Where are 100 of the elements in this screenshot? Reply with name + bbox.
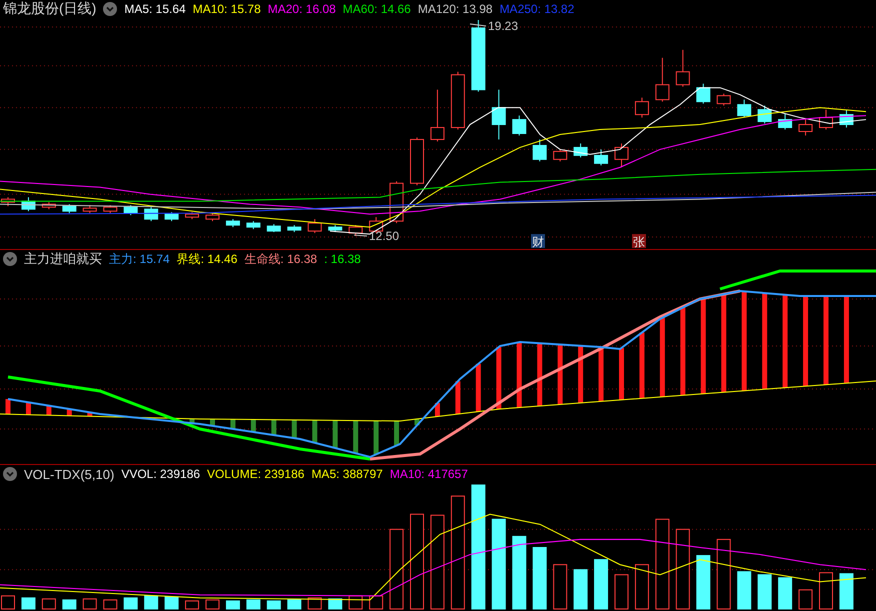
- candlestick: [634, 97, 649, 118]
- volume-bar: [226, 600, 240, 610]
- indicator-reading: VVOL: 239186: [121, 467, 200, 481]
- indicator-reading: MA250: 13.82: [500, 2, 574, 16]
- candlestick: [574, 142, 588, 158]
- histogram-bar: [6, 399, 10, 414]
- candlestick: [410, 136, 424, 186]
- indicator-reading: MA120: 13.98: [418, 2, 493, 16]
- histogram-bar: [332, 420, 338, 448]
- histogram-bar: [516, 342, 522, 408]
- volume-bar: [839, 573, 854, 610]
- leader-line: [354, 234, 368, 237]
- dropdown-icon[interactable]: [103, 2, 118, 16]
- histogram-bar: [455, 381, 460, 414]
- indicator-reading: 界线: 14.46: [176, 250, 238, 268]
- histogram-bar: [66, 409, 72, 416]
- histogram-bar: [271, 420, 276, 436]
- candlestick: [594, 148, 608, 166]
- dropdown-icon[interactable]: [3, 467, 17, 481]
- candlestick: [226, 218, 240, 228]
- histogram-bar: [46, 406, 52, 416]
- candlestick: [778, 113, 792, 130]
- candlestick: [144, 206, 158, 222]
- candlestick: [676, 49, 690, 88]
- candlestick: [308, 218, 322, 234]
- histogram-bar: [619, 348, 624, 400]
- candlestick: [62, 204, 76, 214]
- histogram-bar: [292, 420, 297, 438]
- histogram-bar: [250, 420, 256, 432]
- volume-bar: [164, 596, 179, 610]
- histogram-bar: [434, 403, 440, 416]
- volume-bar: [62, 599, 76, 610]
- histogram-bar: [230, 419, 236, 429]
- candlestick: [266, 224, 281, 233]
- volume-bar: [758, 574, 772, 610]
- candlestick: [124, 204, 138, 216]
- candlestick: [798, 119, 813, 136]
- event-badge[interactable]: 财: [531, 234, 545, 249]
- histogram-bar: [476, 364, 481, 412]
- chart-title: 主力进咱就买: [24, 250, 102, 268]
- volume-bar: [287, 599, 302, 610]
- event-badge[interactable]: 张: [632, 234, 646, 249]
- candlestick: [348, 224, 363, 237]
- indicator-reading: MA5: 15.64: [124, 2, 186, 16]
- histogram-bar: [374, 420, 379, 454]
- histogram-bar: [496, 347, 502, 410]
- indicator-reading: MA60: 14.66: [342, 2, 411, 16]
- candlestick: [512, 115, 526, 136]
- indicator-reading: 生命线: 16.38: [244, 250, 318, 268]
- histogram-bar: [353, 420, 358, 454]
- indicator-reading: MA10: 15.78: [192, 2, 261, 16]
- candlestick: [696, 83, 710, 104]
- candlestick: [328, 224, 342, 233]
- histogram-bar: [537, 343, 542, 406]
- candlestick: [819, 109, 833, 130]
- volume-bar: [328, 598, 342, 610]
- candlestick: [553, 148, 568, 162]
- volume-bar: [696, 555, 710, 610]
- candlestick: [614, 142, 628, 168]
- candlestick: [492, 89, 506, 140]
- indicator-reading: MA20: 16.08: [268, 2, 336, 16]
- candlestick: [430, 89, 444, 142]
- chart-title: VOL-TDX(5,10): [24, 466, 114, 482]
- volume-bar: [124, 597, 138, 610]
- chart-title: 锦龙股份(日线): [3, 0, 96, 18]
- candlestick: [839, 109, 854, 128]
- volume-bar: [737, 571, 752, 610]
- high-price-label: 19.23: [488, 18, 518, 33]
- candlestick: [532, 138, 547, 162]
- candlestick: [103, 204, 118, 214]
- volume-bar: [594, 559, 608, 610]
- dropdown-icon[interactable]: [3, 252, 17, 266]
- volume-bar: [144, 595, 158, 610]
- low-price-label: 12.50: [369, 229, 400, 244]
- histogram-bar: [210, 419, 215, 426]
- volume-bar: [246, 599, 260, 610]
- histogram-bar: [414, 418, 420, 426]
- candlestick: [21, 196, 36, 212]
- volume-bar: [574, 569, 588, 610]
- histogram-bar: [190, 418, 195, 424]
- volume-bar: [778, 577, 792, 610]
- candlestick: [206, 212, 220, 222]
- volume-bar: [532, 547, 547, 610]
- candlestick: [716, 93, 731, 106]
- candlestick: [450, 71, 465, 130]
- candlestick: [185, 212, 200, 220]
- indicator-reading: : 16.38: [324, 252, 361, 266]
- candlestick: [82, 204, 97, 214]
- indicator-reading: MA10: 417657: [390, 467, 468, 481]
- leader-line: [470, 23, 486, 26]
- candlestick: [246, 220, 260, 230]
- histogram-bar: [578, 346, 584, 403]
- histogram-bar: [598, 347, 604, 402]
- histogram-bar: [26, 402, 31, 415]
- candlestick: [737, 99, 752, 118]
- candlestick: [655, 57, 670, 102]
- histogram-bar: [639, 332, 644, 398]
- candlestick: [287, 224, 302, 233]
- volume-bar: [266, 600, 281, 610]
- histogram-bar: [394, 420, 400, 446]
